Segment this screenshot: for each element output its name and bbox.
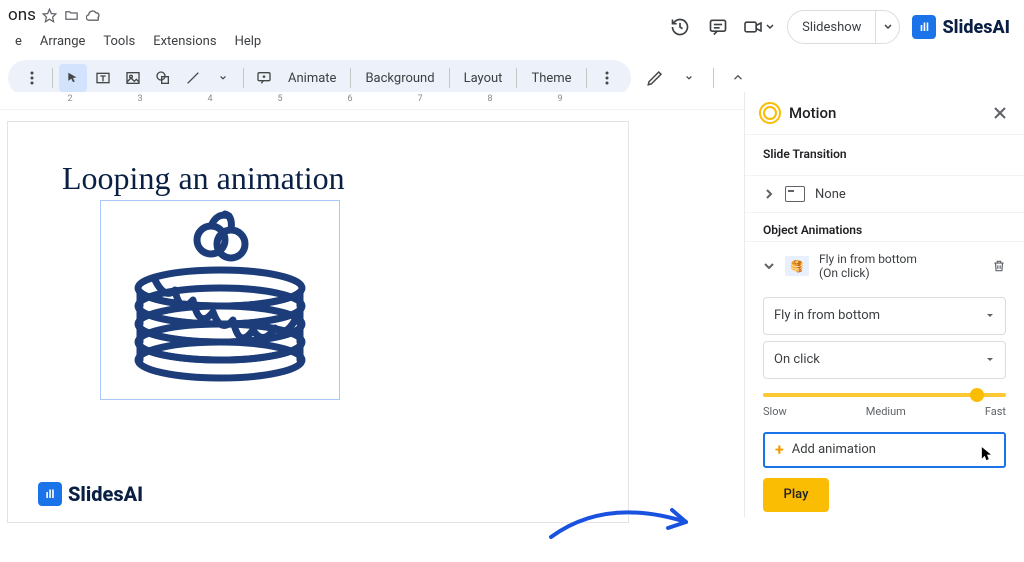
brand-name: SlidesAI — [942, 17, 1010, 38]
slide-thumb-icon — [785, 186, 805, 202]
move-folder-icon[interactable] — [64, 7, 80, 23]
effect-dropdown-value: Fly in from bottom — [774, 308, 880, 323]
add-animation-label: Add animation — [792, 442, 876, 457]
animation-item[interactable]: 🥞 Fly in from bottom (On click) — [745, 241, 1024, 291]
comments-icon[interactable] — [705, 14, 731, 40]
panel-title: Motion — [789, 104, 836, 122]
ruler-tick: 3 — [137, 94, 142, 104]
doc-title-fragment: ons — [8, 5, 36, 25]
slidesai-icon: ıll — [912, 15, 936, 39]
meet-button[interactable] — [743, 19, 775, 35]
toolbar-background[interactable]: Background — [357, 71, 442, 86]
slidesai-icon: ıll — [38, 482, 62, 506]
slide-title-text[interactable]: Looping an animation — [62, 160, 345, 197]
cloud-status-icon[interactable] — [86, 7, 102, 23]
selected-image[interactable] — [100, 200, 340, 400]
trigger-dropdown[interactable]: On click — [763, 341, 1006, 379]
image-tool-icon[interactable] — [119, 64, 147, 92]
caret-down-icon — [985, 355, 995, 365]
animation-thumb-icon: 🥞 — [785, 256, 809, 276]
motion-icon — [759, 102, 781, 124]
ruler-tick: 2 — [67, 94, 72, 104]
select-tool-icon[interactable] — [59, 64, 87, 92]
toolbar-more-right-icon[interactable] — [593, 64, 621, 92]
brand-logo-top: ıll SlidesAI — [912, 15, 1010, 39]
speed-slider[interactable] — [763, 393, 1006, 397]
transition-row[interactable]: None — [745, 175, 1024, 212]
menu-extensions[interactable]: Extensions — [146, 31, 223, 52]
chevron-right-icon — [763, 188, 775, 200]
transition-value: None — [815, 187, 846, 202]
menu-cropped[interactable]: e — [8, 31, 29, 52]
slideshow-label[interactable]: Slideshow — [788, 20, 875, 35]
toolbar-more-left-icon[interactable] — [18, 64, 46, 92]
ruler-tick: 4 — [207, 94, 212, 104]
caret-down-icon — [985, 311, 995, 321]
animation-name: Fly in from bottom — [819, 252, 917, 266]
trigger-dropdown-value: On click — [774, 352, 820, 367]
speed-fast-label: Fast — [985, 405, 1006, 418]
speed-slow-label: Slow — [763, 405, 787, 418]
collapse-toolbar-icon[interactable] — [724, 64, 752, 92]
close-icon[interactable] — [990, 103, 1010, 123]
animation-trigger-sub: (On click) — [819, 266, 917, 280]
menu-help[interactable]: Help — [228, 31, 269, 52]
menu-tools[interactable]: Tools — [96, 31, 142, 52]
history-icon[interactable] — [667, 14, 693, 40]
effect-dropdown[interactable]: Fly in from bottom — [763, 297, 1006, 335]
comment-tool-icon[interactable] — [250, 64, 278, 92]
add-animation-button[interactable]: + Add animation — [763, 432, 1006, 468]
brand-logo-slide: ıll SlidesAI — [38, 482, 143, 506]
horizontal-ruler: 2 3 4 5 6 7 8 9 — [0, 92, 744, 110]
ruler-tick: 8 — [487, 94, 492, 104]
speed-medium-label: Medium — [866, 405, 906, 418]
textbox-tool-icon[interactable] — [89, 64, 117, 92]
chevron-down-icon — [763, 260, 775, 272]
mouse-cursor-icon — [980, 446, 994, 462]
play-button[interactable]: Play — [763, 478, 829, 512]
slideshow-button[interactable]: Slideshow — [787, 10, 900, 44]
ruler-tick: 5 — [277, 94, 282, 104]
shape-tool-icon[interactable] — [149, 64, 177, 92]
line-dropdown-icon[interactable] — [209, 64, 237, 92]
pen-dropdown-icon[interactable] — [675, 64, 703, 92]
toolbar-animate[interactable]: Animate — [280, 71, 344, 86]
slide-canvas[interactable]: Looping an animation — [8, 122, 628, 522]
object-animations-label: Object Animations — [745, 212, 1024, 241]
slide-transition-label: Slide Transition — [763, 147, 1006, 161]
ruler-tick: 9 — [557, 94, 562, 104]
menu-arrange[interactable]: Arrange — [33, 31, 92, 52]
line-tool-icon[interactable] — [179, 64, 207, 92]
slideshow-dropdown[interactable] — [875, 11, 899, 43]
speed-slider-thumb[interactable] — [970, 388, 984, 402]
brand-name-slide: SlidesAI — [68, 482, 143, 506]
pen-tool-icon[interactable] — [641, 64, 669, 92]
play-label: Play — [784, 487, 809, 502]
delete-animation-icon[interactable] — [992, 258, 1006, 274]
ruler-tick: 6 — [347, 94, 352, 104]
toolbar: Animate Background Layout Theme — [8, 60, 631, 96]
toolbar-theme[interactable]: Theme — [523, 71, 579, 86]
star-icon[interactable] — [42, 7, 58, 23]
toolbar-layout[interactable]: Layout — [456, 71, 511, 86]
plus-icon: + — [775, 440, 784, 459]
ruler-tick: 7 — [417, 94, 422, 104]
pancake-icon — [115, 210, 325, 390]
motion-panel: Motion Slide Transition None Object Anim… — [744, 92, 1024, 517]
